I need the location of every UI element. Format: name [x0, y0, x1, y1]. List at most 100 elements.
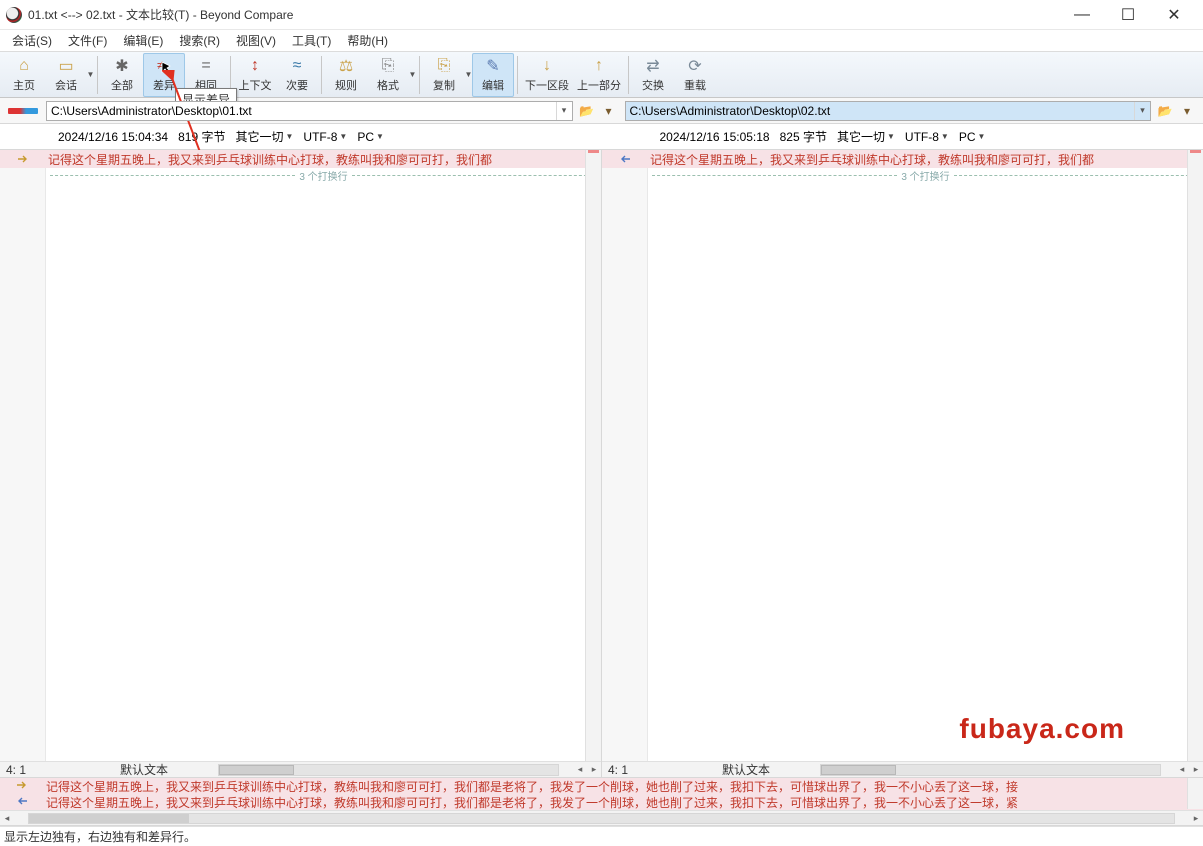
left-filter-dropdown[interactable]: 其它一切▼ [235, 128, 293, 145]
right-open-folder-icon[interactable]: 📂 [1155, 101, 1175, 121]
toolbar-label-主页: 主页 [13, 77, 35, 93]
left-encoding-dropdown[interactable]: UTF-8▼ [303, 130, 347, 144]
toolbar-dropdown-格式[interactable]: ▼ [409, 70, 416, 79]
right-browse-icon[interactable]: ▾ [1177, 101, 1197, 121]
menu-item-6[interactable]: 帮助(H) [339, 30, 396, 51]
toolbar-重载[interactable]: ⟳重载 [674, 53, 716, 97]
preview-arrow-in-icon [16, 795, 28, 810]
toolbar-icon-下一区段: ↓ [537, 56, 557, 76]
preview-hscroll-left[interactable]: ◂ [0, 811, 14, 826]
left-platform-dropdown[interactable]: PC▼ [357, 130, 384, 144]
left-info: 2024/12/16 15:04:34 819 字节 其它一切▼ UTF-8▼ … [0, 124, 602, 149]
toolbar-icon-上一部分: ↑ [589, 56, 609, 76]
right-text-area[interactable]: 记得这个星期五晚上，我又来到乒乓球训练中心打球，教练叫我和廖可可打，我们都 3 … [602, 150, 1203, 761]
menu-item-1[interactable]: 文件(F) [60, 30, 115, 51]
toolbar-icon-规则: ⚖ [336, 56, 356, 76]
toolbar-上下文[interactable]: ↕上下文 [234, 53, 276, 97]
left-size: 819 字节 [178, 128, 225, 145]
maximize-button[interactable]: ☐ [1105, 0, 1151, 30]
toolbar-icon-差异: ≠ [154, 56, 174, 76]
right-gutter [602, 150, 648, 761]
left-hscroll-left[interactable]: ◂ [573, 763, 587, 777]
path-bar: C:\Users\Administrator\Desktop\01.txt ▾ … [0, 98, 1203, 124]
right-hscroll-right[interactable]: ▸ [1189, 763, 1203, 777]
toolbar-主页[interactable]: ⌂主页 [3, 53, 45, 97]
preview-hscroll-row: ◂ ▸ [0, 810, 1203, 826]
toolbar-编辑[interactable]: ✎编辑 [472, 53, 514, 97]
toolbar-规则[interactable]: ⚖规则 [325, 53, 367, 97]
toolbar-次要[interactable]: ≈次要 [276, 53, 318, 97]
left-hscroll[interactable] [218, 764, 559, 776]
right-hscroll[interactable] [820, 764, 1161, 776]
toolbar-下一区段[interactable]: ↓下一区段 [521, 53, 573, 97]
info-bar: 2024/12/16 15:04:34 819 字节 其它一切▼ UTF-8▼ … [0, 124, 1203, 150]
toolbar-icon-相同: = [196, 56, 216, 76]
right-vscroll[interactable] [1187, 150, 1203, 761]
left-browse-icon[interactable]: ▾ [599, 101, 619, 121]
left-caret-pos: 4: 1 [0, 763, 80, 777]
left-path-text: C:\Users\Administrator\Desktop\01.txt [51, 104, 252, 118]
toolbar-复制[interactable]: ⎘复制 [423, 53, 465, 97]
right-filter-dropdown[interactable]: 其它一切▼ [837, 128, 895, 145]
right-encoding-dropdown[interactable]: UTF-8▼ [905, 130, 949, 144]
toolbar-全部[interactable]: ✱全部 [101, 53, 143, 97]
toolbar-label-重载: 重载 [684, 77, 706, 93]
toolbar-dropdown-会话[interactable]: ▼ [87, 70, 94, 79]
toolbar-label-全部: 全部 [111, 77, 133, 93]
toolbar-label-规则: 规则 [335, 77, 357, 93]
left-gutter [0, 150, 46, 761]
compare-content: 记得这个星期五晚上，我又来到乒乓球训练中心打球，教练叫我和廖可可打，我们都 3 … [0, 150, 1203, 778]
titlebar: 01.txt <--> 02.txt - 文本比较(T) - Beyond Co… [0, 0, 1203, 30]
window-title: 01.txt <--> 02.txt - 文本比较(T) - Beyond Co… [28, 6, 1059, 23]
left-open-folder-icon[interactable]: 📂 [577, 101, 597, 121]
minimize-button[interactable]: — [1059, 0, 1105, 30]
menubar: 会话(S)文件(F)编辑(E)搜索(R)视图(V)工具(T)帮助(H) [0, 30, 1203, 52]
right-trailing-hint: 3 个打换行 [648, 168, 1203, 182]
toolbar-separator [517, 56, 518, 94]
preview-hscroll-right[interactable]: ▸ [1189, 811, 1203, 826]
toolbar-dropdown-复制[interactable]: ▼ [465, 70, 472, 79]
menu-item-5[interactable]: 工具(T) [284, 30, 339, 51]
toolbar-separator [628, 56, 629, 94]
left-diff-arrow-icon [0, 153, 46, 165]
preview-hscroll[interactable] [28, 813, 1175, 824]
left-mode: 默认文本 [80, 761, 168, 778]
left-text-area[interactable]: 记得这个星期五晚上，我又来到乒乓球训练中心打球，教练叫我和廖可可打，我们都 3 … [0, 150, 601, 761]
toolbar-icon-交换: ⇄ [643, 56, 663, 76]
preview-row-1: 记得这个星期五晚上，我又来到乒乓球训练中心打球，教练叫我和廖可可打，我们都是老将… [0, 778, 1203, 794]
menu-item-3[interactable]: 搜索(R) [171, 30, 228, 51]
watermark: fubaya.com [959, 713, 1125, 745]
diff-preview: 记得这个星期五晚上，我又来到乒乓球训练中心打球，教练叫我和廖可可打，我们都是老将… [0, 778, 1203, 826]
right-path-input[interactable]: C:\Users\Administrator\Desktop\02.txt ▾ [625, 101, 1152, 121]
toolbar-格式[interactable]: ⎘格式 [367, 53, 409, 97]
preview-row-2: 记得这个星期五晚上，我又来到乒乓球训练中心打球，教练叫我和廖可可打，我们都是老将… [0, 794, 1203, 810]
toolbar-icon-复制: ⎘ [434, 56, 454, 76]
menu-item-4[interactable]: 视图(V) [228, 30, 284, 51]
left-path-dropdown[interactable]: ▾ [556, 102, 572, 120]
left-vscroll[interactable] [585, 150, 601, 761]
close-button[interactable]: ✕ [1151, 0, 1197, 30]
menu-item-2[interactable]: 编辑(E) [115, 30, 171, 51]
right-platform-dropdown[interactable]: PC▼ [959, 130, 986, 144]
menu-item-0[interactable]: 会话(S) [4, 30, 60, 51]
left-pane: 记得这个星期五晚上，我又来到乒乓球训练中心打球，教练叫我和廖可可打，我们都 3 … [0, 150, 602, 777]
toolbar-label-上下文: 上下文 [239, 77, 272, 93]
toolbar-上一部分[interactable]: ↑上一部分 [573, 53, 625, 97]
app-icon [6, 7, 22, 23]
left-path-input[interactable]: C:\Users\Administrator\Desktop\01.txt ▾ [46, 101, 573, 121]
toolbar-会话[interactable]: ▭会话 [45, 53, 87, 97]
status-text: 显示左边独有，右边独有和差异行。 [4, 828, 196, 845]
right-caret-pos: 4: 1 [602, 763, 682, 777]
left-hscroll-right[interactable]: ▸ [587, 763, 601, 777]
right-mode: 默认文本 [682, 761, 770, 778]
toolbar-icon-编辑: ✎ [483, 56, 503, 76]
right-path-dropdown[interactable]: ▾ [1134, 102, 1150, 120]
toolbar-交换[interactable]: ⇄交换 [632, 53, 674, 97]
preview-arrow-out-icon [16, 779, 28, 794]
toolbar-icon-全部: ✱ [112, 56, 132, 76]
preview-vscroll[interactable] [1187, 778, 1203, 809]
toolbar-separator [419, 56, 420, 94]
right-date: 2024/12/16 15:05:18 [660, 130, 770, 144]
right-pane: 记得这个星期五晚上，我又来到乒乓球训练中心打球，教练叫我和廖可可打，我们都 3 … [602, 150, 1203, 777]
right-hscroll-left[interactable]: ◂ [1175, 763, 1189, 777]
